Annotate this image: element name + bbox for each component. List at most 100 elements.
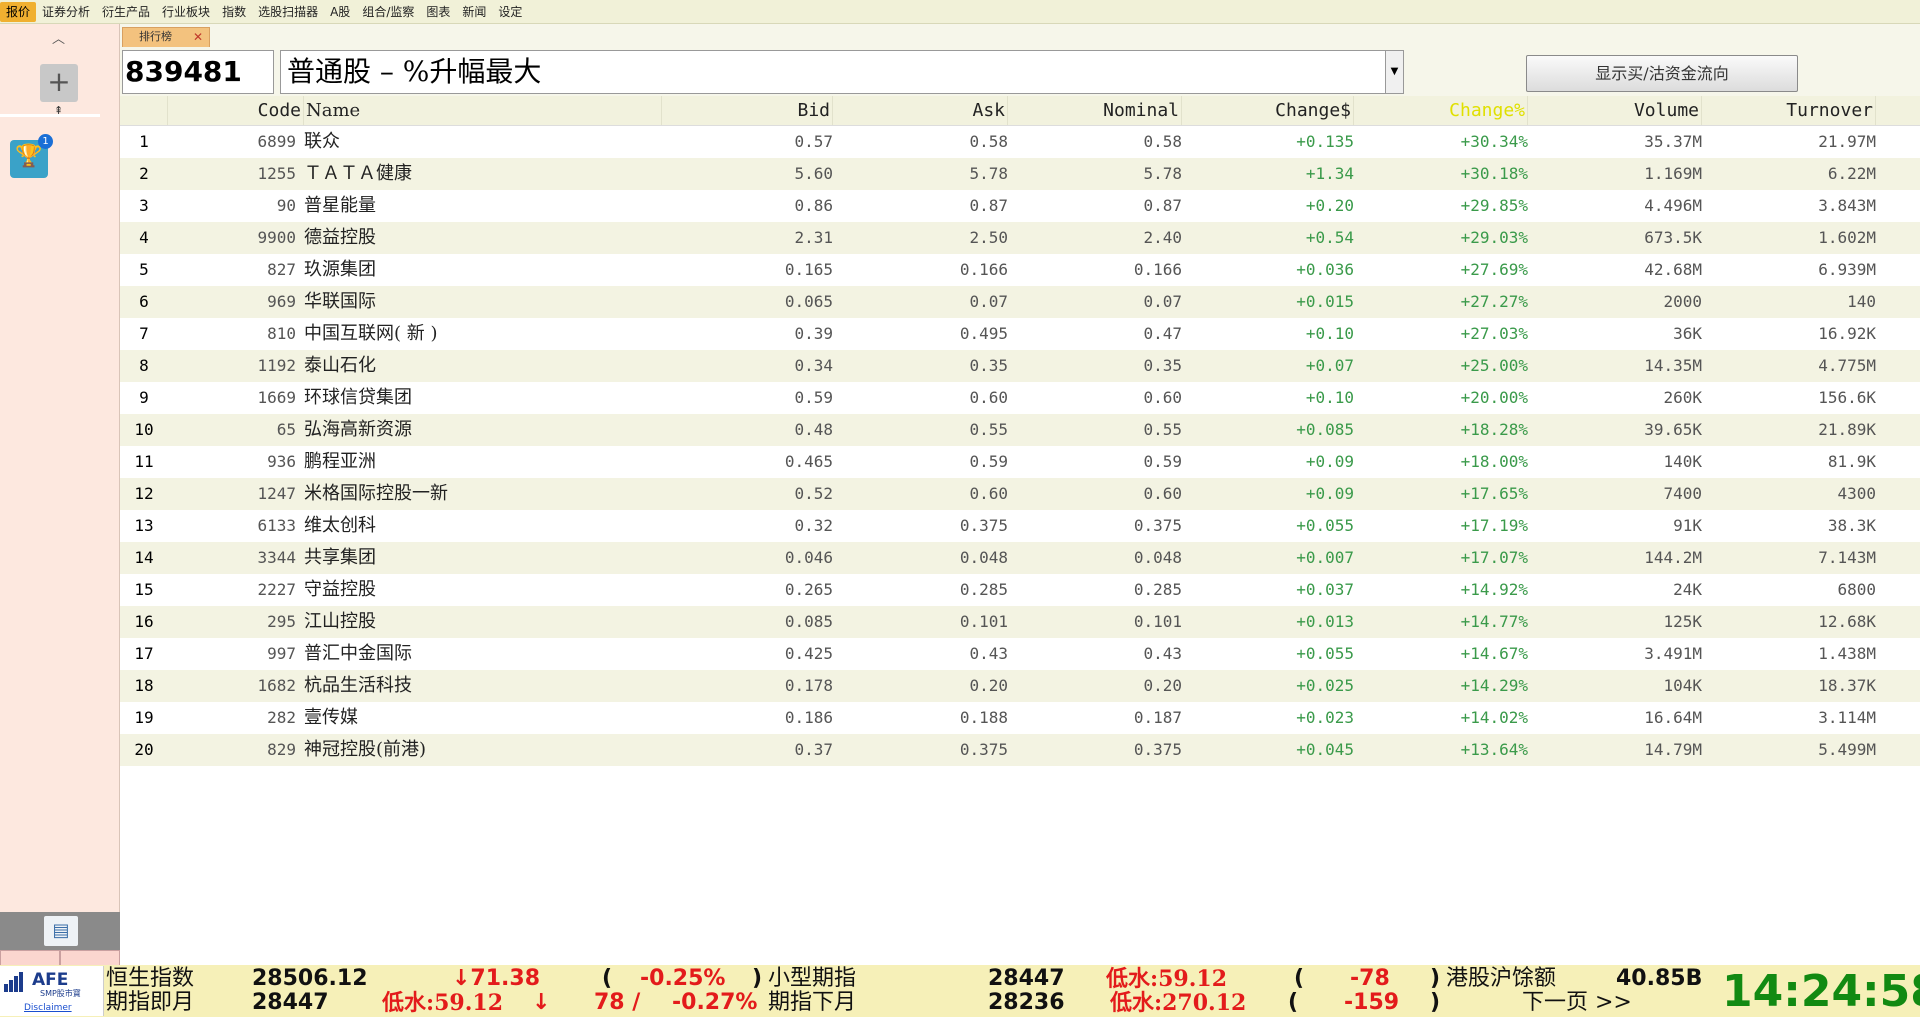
column-header[interactable]: Change% [1354, 96, 1528, 125]
menu-item-9[interactable]: 新闻 [456, 2, 492, 22]
table-row[interactable]: 8 1192 泰山石化 0.34 0.35 0.35 +0.07 +25.00% 14.35M 4… [120, 350, 1920, 382]
index-ticker: AFE SMP股市寶 Disclaimer 恒生指数 28506.12 ↓71.… [0, 965, 1920, 1017]
splitter-icon[interactable]: ⇞ [54, 104, 63, 117]
table-row[interactable]: 19 282 壹传媒 0.186 0.188 0.187 +0.023 +14.02% 16.6… [120, 702, 1920, 734]
menu-item-1[interactable]: 证券分析 [36, 2, 96, 22]
column-header[interactable]: Nominal [1008, 96, 1182, 125]
table-row[interactable]: 10 65 弘海高新资源 0.48 0.55 0.55 +0.085 +18.28% 39.65… [120, 414, 1920, 446]
menu-item-0[interactable]: 报价 [0, 1, 37, 22]
hsi-change: ↓71.38 [452, 966, 541, 991]
table-cell: 144.2M [1644, 548, 1702, 567]
table-cell: 282 [267, 708, 296, 727]
column-header[interactable]: Code [168, 96, 304, 125]
table-cell: +18.00% [1460, 452, 1528, 471]
table-cell: 1.169M [1644, 164, 1702, 183]
table-cell: 0.187 [1133, 708, 1182, 727]
chevron-up-icon[interactable]: ︿ [52, 28, 65, 47]
afe-logo[interactable]: AFE SMP股市寶 Disclaimer [0, 966, 104, 1016]
document-icon[interactable]: ▤ [44, 916, 78, 946]
column-header[interactable] [120, 96, 168, 125]
mini-futures-discount: 低水:59.12 [1106, 966, 1228, 992]
table-cell: 0.188 [959, 708, 1008, 727]
menu-item-7[interactable]: 组合/监察 [356, 2, 420, 22]
table-row[interactable]: 18 1682 杭品生活科技 0.178 0.20 0.20 +0.025 +14.29% 10… [120, 670, 1920, 702]
table-cell: +0.013 [1296, 612, 1354, 631]
table-row[interactable]: 15 2227 守益控股 0.265 0.285 0.285 +0.037 +14.92% 24… [120, 574, 1920, 606]
table-row[interactable]: 7 810 中国互联网( 新 ) 0.39 0.495 0.47 +0.10 +27.03% 3… [120, 318, 1920, 350]
table-cell: 维太创科 [304, 515, 376, 536]
table-row[interactable]: 2 1255 ＴＡＴＡ健康 5.60 5.78 5.78 +1.34 +30.18% 1.169… [120, 158, 1920, 190]
table-cell: 12 [134, 484, 154, 503]
table-cell: 36K [1673, 324, 1702, 343]
table-cell: 0.87 [969, 196, 1008, 215]
table-cell: 共享集团 [304, 547, 376, 568]
table-cell: 0.35 [1143, 356, 1182, 375]
table-cell: 7400 [1663, 484, 1702, 503]
column-header[interactable]: Name [304, 96, 662, 125]
ranking-type-select[interactable]: 普通股 – %升幅最大 ▼ [280, 50, 1404, 94]
column-header[interactable]: Turnover [1702, 96, 1876, 125]
table-cell: 0.065 [784, 292, 833, 311]
menu-item-6[interactable]: A股 [324, 2, 356, 22]
table-cell: 38.3K [1827, 516, 1876, 535]
table-cell: +0.54 [1305, 228, 1354, 247]
table-row[interactable]: 12 1247 米格国际控股一新 0.52 0.60 0.60 +0.09 +17.65% 74… [120, 478, 1920, 510]
column-header[interactable]: Bid [662, 96, 833, 125]
table-row[interactable]: 9 1669 环球信贷集团 0.59 0.60 0.60 +0.10 +20.00% 260K 1… [120, 382, 1920, 414]
table-row[interactable]: 1 6899 联众 0.57 0.58 0.58 +0.135 +30.34% 35.37M 21… [120, 126, 1920, 158]
table-row[interactable]: 4 9900 德益控股 2.31 2.50 2.40 +0.54 +29.03% 673.5K 1… [120, 222, 1920, 254]
table-cell: 5.78 [969, 164, 1008, 183]
table-cell: 0.375 [959, 740, 1008, 759]
table-row[interactable]: 6 969 华联国际 0.065 0.07 0.07 +0.015 +27.27% 2000 14… [120, 286, 1920, 318]
table-row[interactable]: 20 829 神冠控股(前港) 0.37 0.375 0.375 +0.045 +13.64%… [120, 734, 1920, 766]
table-cell: 10 [134, 420, 154, 439]
table-cell: 3 [139, 196, 149, 215]
table-row[interactable]: 14 3344 共享集团 0.046 0.048 0.048 +0.007 +17.07% 14… [120, 542, 1920, 574]
add-button[interactable]: + [40, 64, 78, 102]
menu-item-8[interactable]: 图表 [420, 2, 456, 22]
table-cell: 35.37M [1644, 132, 1702, 151]
table-row[interactable]: 16 295 江山控股 0.085 0.101 0.101 +0.013 +14.77% 125… [120, 606, 1920, 638]
chevron-down-icon[interactable]: ▼ [1385, 51, 1403, 93]
table-cell: 0.60 [969, 484, 1008, 503]
column-header[interactable]: Ask [833, 96, 1008, 125]
table-cell: 0.375 [1133, 516, 1182, 535]
table-cell: +25.00% [1460, 356, 1528, 375]
futures-current-value: 28447 [252, 990, 329, 1015]
close-icon[interactable]: ✕ [193, 28, 203, 46]
table-cell: 中国互联网( 新 ) [304, 323, 438, 344]
disclaimer-link[interactable]: Disclaimer [24, 1003, 72, 1013]
table-cell: 0.166 [1133, 260, 1182, 279]
column-header[interactable]: Volume [1528, 96, 1702, 125]
stock-code-input[interactable]: 839481 [122, 50, 274, 94]
table-cell: 1.438M [1818, 644, 1876, 663]
table-cell: 0.265 [784, 580, 833, 599]
table-cell: +13.64% [1460, 740, 1528, 759]
menu-item-10[interactable]: 设定 [492, 2, 528, 22]
table-cell: +29.03% [1460, 228, 1528, 247]
table-row[interactable]: 11 936 鹏程亚洲 0.465 0.59 0.59 +0.09 +18.00% 140K 81… [120, 446, 1920, 478]
table-cell: 0.20 [1143, 676, 1182, 695]
menu-item-4[interactable]: 指数 [216, 2, 252, 22]
logo-bars-icon [4, 972, 28, 992]
table-row[interactable]: 5 827 玖源集团 0.165 0.166 0.166 +0.036 +27.69% 42.6… [120, 254, 1920, 286]
table-row[interactable]: 13 6133 维太创科 0.32 0.375 0.375 +0.055 +17.19% 91K… [120, 510, 1920, 542]
tab-ranking[interactable]: 排行榜 ✕ [122, 27, 210, 47]
menu-item-3[interactable]: 行业板块 [156, 2, 216, 22]
table-cell: 0.86 [794, 196, 833, 215]
table-cell: 14.79M [1644, 740, 1702, 759]
table-cell: +0.07 [1305, 356, 1354, 375]
table-cell: 0.085 [784, 612, 833, 631]
table-row[interactable]: 3 90 普星能量 0.86 0.87 0.87 +0.20 +29.85% 4.496M 3.8… [120, 190, 1920, 222]
column-header[interactable]: Change$ [1182, 96, 1354, 125]
table-cell: 0.60 [1143, 388, 1182, 407]
menu-item-2[interactable]: 衍生产品 [96, 2, 156, 22]
table-cell: 1.602M [1818, 228, 1876, 247]
table-cell: 0.55 [969, 420, 1008, 439]
table-cell: 联众 [304, 131, 340, 152]
table-cell: 39.65K [1644, 420, 1702, 439]
show-fund-flow-button[interactable]: 显示买/沽资金流向 [1526, 55, 1798, 92]
table-row[interactable]: 17 997 普汇中金国际 0.425 0.43 0.43 +0.055 +14.67% 3.4… [120, 638, 1920, 670]
next-page-link[interactable]: 下一页 >> [1522, 991, 1632, 1015]
menu-item-5[interactable]: 选股扫描器 [252, 2, 324, 22]
